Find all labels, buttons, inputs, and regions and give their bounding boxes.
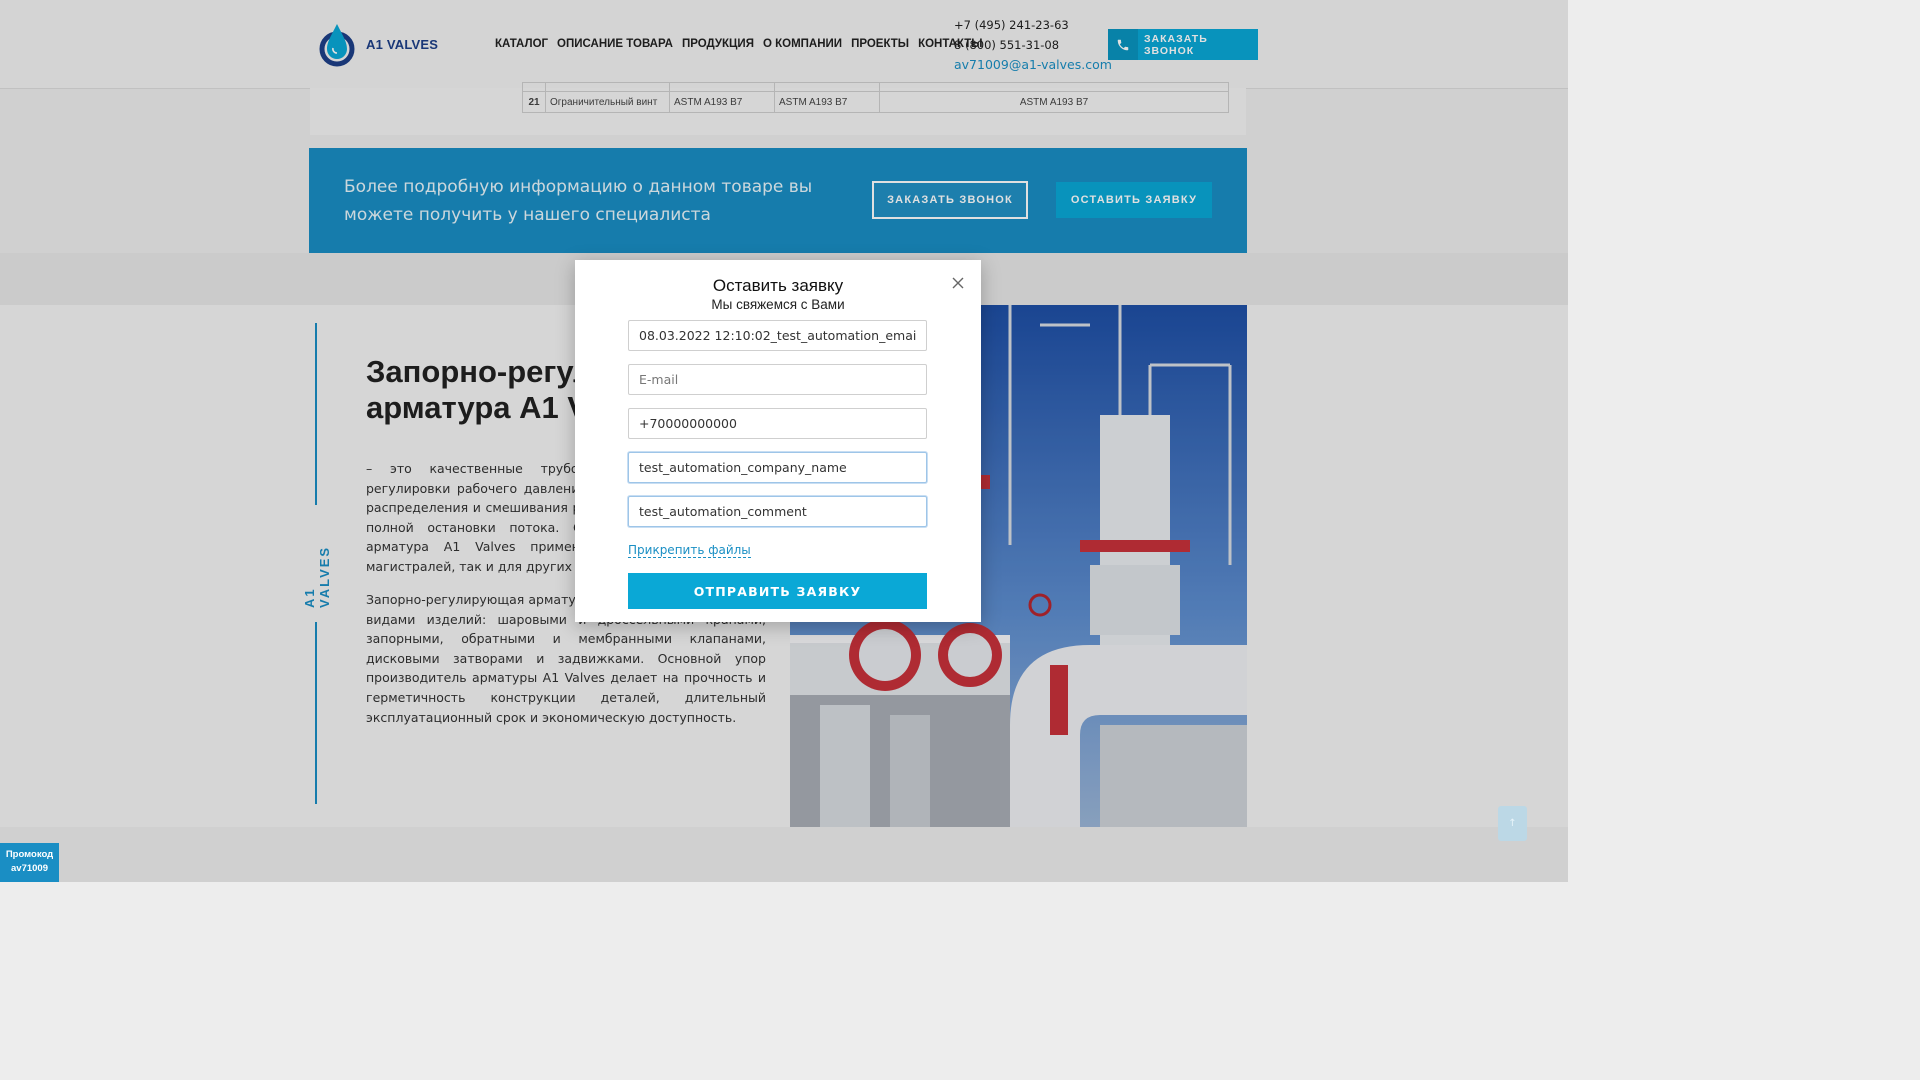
promo-badge[interactable]: Промокод av71009: [0, 843, 59, 882]
promo-label: Промокод: [5, 849, 54, 860]
phone-field[interactable]: [628, 408, 927, 439]
submit-request-button[interactable]: ОТПРАВИТЬ ЗАЯВКУ: [628, 573, 927, 609]
scroll-to-top-button[interactable]: ↑: [1498, 806, 1527, 841]
email-field[interactable]: [628, 364, 927, 395]
company-field[interactable]: [628, 452, 927, 483]
modal-subtitle: Мы свяжемся с Вами: [711, 297, 845, 312]
arrow-up-icon: ↑: [1508, 818, 1517, 829]
request-modal: Оставить заявку Мы свяжемся с Вами Прикр…: [575, 260, 981, 622]
close-icon[interactable]: [949, 274, 967, 292]
name-field[interactable]: [628, 320, 927, 351]
comment-field[interactable]: [628, 496, 927, 527]
promo-code: av71009: [11, 863, 48, 874]
modal-title: Оставить заявку: [712, 276, 844, 295]
attach-files-link[interactable]: Прикрепить файлы: [628, 543, 751, 558]
